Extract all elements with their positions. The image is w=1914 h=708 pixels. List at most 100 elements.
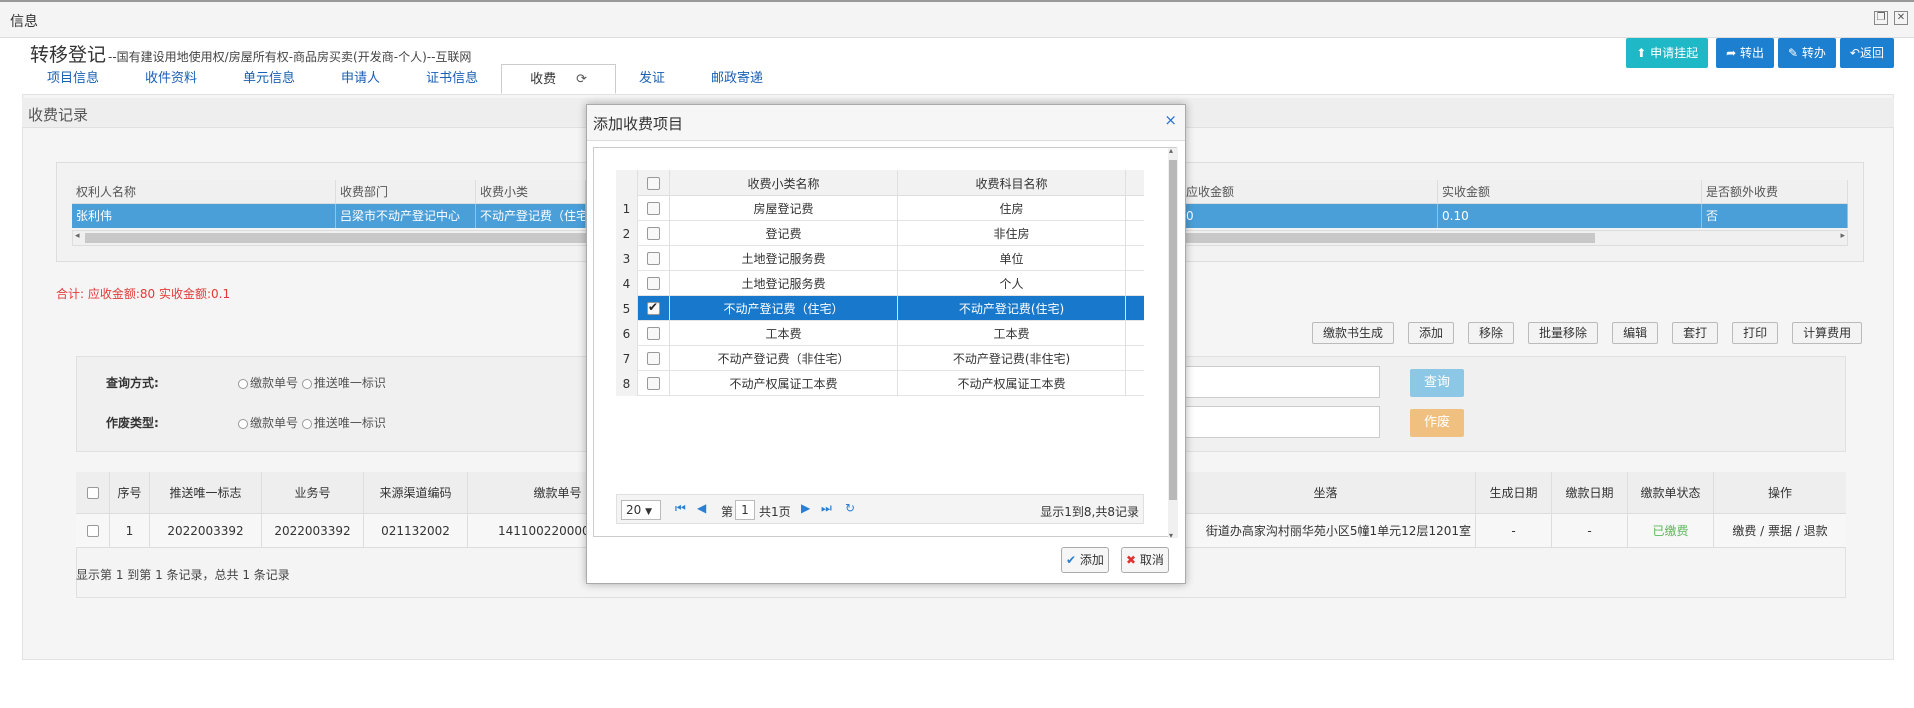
void-input[interactable]	[1184, 406, 1380, 438]
prev-page-icon[interactable]: ◀	[697, 501, 706, 515]
header-checkbox-cell	[76, 472, 110, 513]
radio-pay-no[interactable]	[238, 378, 248, 389]
vertical-scrollbar[interactable]: ▴ ▾	[1168, 146, 1178, 540]
apply-suspend-button[interactable]: ⬆ 申请挂起	[1626, 38, 1709, 68]
col-ops: 操作	[1767, 486, 1792, 500]
row-checkbox[interactable]	[86, 524, 99, 537]
scroll-up-icon[interactable]: ▴	[1169, 146, 1173, 155]
remove-button[interactable]: 移除	[1468, 322, 1515, 344]
row-checkbox-cell	[638, 296, 670, 321]
list-item[interactable]: 7 不动产登记费（非住宅） 不动产登记费(非住宅)	[616, 346, 1144, 371]
list-item[interactable]: 5 不动产登记费（住宅）不动产登记费(住宅)	[616, 296, 1144, 321]
share-icon: ➦	[1726, 46, 1737, 60]
select-all-checkbox[interactable]	[647, 176, 660, 190]
refresh-icon[interactable]: ⟳	[576, 72, 587, 87]
row-number: 2	[616, 221, 638, 246]
page-size-select[interactable]: 20 ▼	[621, 500, 661, 520]
tab-received-docs[interactable]: 收件资料	[122, 64, 220, 94]
row-checkbox[interactable]	[647, 227, 660, 240]
tab-issue[interactable]: 发证	[616, 64, 688, 94]
calculate-fee-button[interactable]: 计算费用	[1792, 322, 1863, 344]
print-button[interactable]: 打印	[1732, 322, 1779, 344]
row-checkbox[interactable]	[647, 252, 660, 265]
list-item[interactable]: 3 土地登记服务费 单位	[616, 246, 1144, 271]
col-biz-no: 业务号	[262, 472, 364, 513]
page-summary: 显示1到8,共8记录	[1040, 505, 1139, 519]
query-method-label: 查询方式:	[106, 376, 159, 390]
header-rownum	[616, 170, 638, 196]
radio-void-pay-no[interactable]	[238, 418, 248, 429]
transfer-out-button[interactable]: ➦ 转出	[1716, 38, 1775, 68]
scroll-left-icon[interactable]: ◂	[75, 231, 80, 241]
cell-biz-no: 2022003392	[262, 514, 364, 547]
tab-post-delivery[interactable]: 邮政寄递	[688, 64, 786, 94]
dialog-add-button[interactable]: ✔ 添加	[1061, 547, 1109, 573]
list-item[interactable]: 6 工本费 工本费	[616, 321, 1144, 346]
cell-subject-name: 不动产权属证工本费	[898, 371, 1126, 396]
col-seq: 序号	[110, 472, 150, 513]
tab-applicant[interactable]: 申请人	[318, 64, 403, 94]
add-button[interactable]: 添加	[1408, 322, 1455, 344]
list-item[interactable]: 2 登记费 非住房	[616, 221, 1144, 246]
col-status: 缴款单状态	[1628, 472, 1714, 513]
row-checkbox-cell	[638, 196, 670, 221]
row-number: 7	[616, 346, 638, 371]
list-item[interactable]: 8 不动产权属证工本费 不动产权属证工本费	[616, 371, 1144, 396]
template-print-button[interactable]: 套打	[1672, 322, 1719, 344]
select-all-checkbox[interactable]	[86, 486, 99, 499]
chevron-down-icon: ▼	[645, 507, 653, 517]
first-page-icon[interactable]: ⏮	[675, 501, 686, 516]
row-checkbox[interactable]	[647, 300, 660, 315]
cell-channel: 021132002	[364, 514, 468, 547]
edit-button[interactable]: 编辑	[1612, 322, 1659, 344]
row-checkbox[interactable]	[647, 202, 660, 215]
query-method-options: 缴款单号 推送唯一标识	[238, 374, 386, 391]
col-channel: 来源渠道编码	[364, 472, 468, 513]
row-checkbox[interactable]	[647, 377, 660, 390]
window-titlebar: 信息 ❐ ✕	[0, 0, 1914, 38]
cell-pay-date: -	[1552, 514, 1628, 547]
window-title: 信息	[10, 14, 38, 30]
refresh-icon[interactable]: ↻	[845, 501, 855, 515]
row-checkbox[interactable]	[647, 327, 660, 340]
close-icon[interactable]: ✕	[1894, 11, 1908, 25]
row-number: 4	[616, 271, 638, 296]
page-number-input[interactable]: 1	[735, 500, 755, 520]
scroll-down-icon[interactable]: ▾	[1169, 531, 1173, 540]
page-title-main: 转移登记	[30, 44, 107, 66]
cell-subject-name: 非住房	[898, 221, 1126, 246]
row-number: 3	[616, 246, 638, 271]
col-receivable: 应收金额	[1182, 180, 1438, 204]
scroll-thumb[interactable]	[1169, 160, 1177, 500]
dialog-cancel-button[interactable]: ✖ 取消	[1121, 547, 1169, 573]
search-button[interactable]: 查询	[1410, 369, 1464, 397]
generate-payment-button[interactable]: 缴款书生成	[1312, 322, 1395, 344]
tab-fees[interactable]: 收费 ⟳	[501, 64, 616, 94]
col-location: 坐落	[1176, 472, 1476, 513]
tab-certificate-info[interactable]: 证书信息	[403, 64, 501, 94]
cell-subclass-name: 不动产登记费（非住宅）	[670, 346, 898, 371]
col-subclass-name: 收费小类名称	[670, 170, 898, 196]
scroll-right-icon[interactable]: ▸	[1840, 231, 1845, 241]
list-item[interactable]: 1 房屋登记费 住房	[616, 196, 1144, 221]
radio-push-id[interactable]	[301, 378, 312, 389]
restore-icon[interactable]: ❐	[1874, 11, 1888, 25]
forward-button[interactable]: ✎ 转办	[1778, 38, 1836, 68]
radio-void-push-id[interactable]	[301, 418, 312, 429]
tab-project-info[interactable]: 项目信息	[24, 64, 122, 94]
return-button[interactable]: ↶返回	[1839, 38, 1894, 68]
batch-remove-button[interactable]: 批量移除	[1528, 322, 1599, 344]
last-page-icon[interactable]: ⏭	[821, 501, 832, 516]
dialog-body: 收费小类名称 收费科目名称 1 房屋登记费 住房 2 登记费 非住房 3 土地登记服务费 单位 4…	[593, 146, 1178, 540]
row-checkbox[interactable]	[647, 277, 660, 290]
void-button[interactable]: 作废	[1410, 409, 1464, 437]
close-icon[interactable]: ×	[1164, 111, 1177, 129]
cell-subject-name: 不动产登记费(住宅)	[898, 296, 1126, 321]
row-checkbox-cell	[638, 321, 670, 346]
list-item[interactable]: 4 土地登记服务费 个人	[616, 271, 1144, 296]
tab-unit-info[interactable]: 单元信息	[220, 64, 318, 94]
query-input[interactable]	[1184, 366, 1380, 398]
cell-ops-links[interactable]: 缴费 / 票据 / 退款	[1714, 514, 1846, 547]
row-checkbox[interactable]	[647, 352, 660, 365]
next-page-icon[interactable]: ▶	[801, 501, 810, 515]
